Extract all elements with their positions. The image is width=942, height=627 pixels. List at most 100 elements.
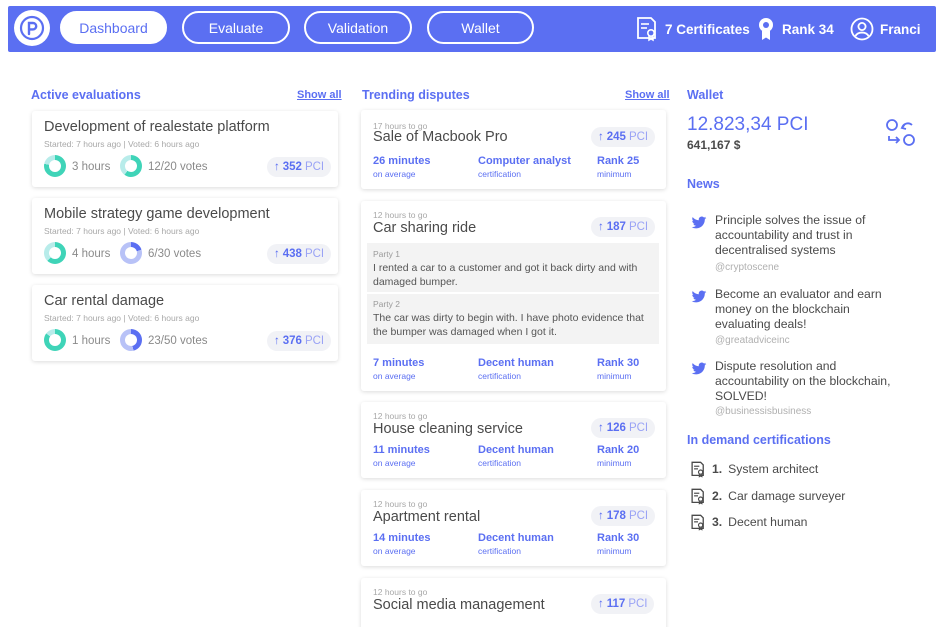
min-rank-value: Rank 20: [597, 444, 640, 456]
certification-rank: 3.: [712, 515, 723, 529]
pci-unit: PCI: [304, 248, 325, 260]
news-item-source[interactable]: @cryptoscene: [715, 262, 779, 273]
min-rank-label: minimum: [597, 546, 632, 556]
certification-label: certification: [478, 546, 521, 556]
news-item-text[interactable]: Principle solves the issue of accountabi…: [715, 213, 895, 258]
certificate-icon: [691, 461, 704, 478]
certification-value: Decent human: [478, 444, 554, 456]
nav-wallet[interactable]: Wallet: [427, 11, 534, 44]
evaluation-card[interactable]: Mobile strategy game development Started…: [32, 198, 338, 274]
certification-value: Decent human: [478, 357, 554, 369]
user-avatar-icon: [850, 17, 874, 41]
certification-value: Decent human: [478, 532, 554, 544]
party-2-label: Party 2: [373, 299, 400, 309]
pci-reward-badge: ↑ 376 PCI: [267, 331, 332, 351]
evaluation-hours: 4 hours: [72, 248, 111, 260]
trending-disputes-title: Trending disputes: [362, 88, 470, 102]
avg-time-label: on average: [373, 458, 416, 468]
wallet-title: Wallet: [687, 88, 724, 102]
min-rank-value: Rank 25: [597, 155, 640, 167]
dispute-title: Apartment rental: [373, 509, 481, 525]
pci-reward-badge: ↑ 245 PCI: [591, 127, 656, 147]
pci-unit: PCI: [304, 161, 325, 173]
disputes-show-all-link[interactable]: Show all: [625, 89, 670, 101]
pci-value: 187: [606, 221, 626, 233]
dispute-title: Social media management: [373, 597, 545, 613]
evaluation-meta: Started: 7 hours ago | Voted: 6 hours ag…: [44, 226, 200, 236]
pci-value: 245: [606, 131, 626, 143]
news-item-text[interactable]: Dispute resolution and accountability on…: [715, 359, 895, 404]
evaluation-votes: 23/50 votes: [148, 335, 208, 347]
twitter-icon: [691, 362, 707, 375]
dispute-card[interactable]: 17 hours to go Sale of Macbook Pro ↑ 245 P…: [361, 110, 666, 189]
nav-dashboard[interactable]: Dashboard: [60, 11, 167, 44]
arrow-up-icon: ↑: [274, 248, 280, 260]
votes-donut-icon: [120, 155, 142, 177]
pci-reward-badge: ↑ 352 PCI: [267, 157, 332, 177]
min-rank-value: Rank 30: [597, 357, 640, 369]
pci-unit: PCI: [628, 510, 649, 522]
rank-medal-icon: [759, 18, 773, 40]
avg-time-value: 14 minutes: [373, 532, 431, 544]
active-evaluations-title: Active evaluations: [31, 88, 141, 102]
dispute-card[interactable]: 12 hours to go House cleaning service ↑ 1…: [361, 402, 666, 478]
evaluation-title: Mobile strategy game development: [44, 206, 270, 222]
nav-validation[interactable]: Validation: [304, 11, 412, 44]
evaluations-show-all-link[interactable]: Show all: [297, 89, 342, 101]
arrow-up-icon: ↑: [598, 598, 604, 610]
pci-value: 126: [606, 422, 626, 434]
party-1-statement: Party 1 I rented a car to a customer and…: [367, 243, 659, 292]
logo-icon: [19, 15, 45, 41]
party-1-text: I rented a car to a customer and got it …: [373, 262, 638, 288]
certificate-icon: [691, 488, 704, 505]
pci-unit: PCI: [628, 131, 649, 143]
certificate-icon: [691, 514, 704, 531]
pci-unit: PCI: [628, 598, 648, 610]
certification-item[interactable]: 3. Decent human: [690, 513, 807, 531]
twitter-icon: [691, 216, 707, 229]
app-logo[interactable]: [14, 10, 50, 46]
evaluation-card[interactable]: Car rental damage Started: 7 hours ago |…: [32, 285, 338, 361]
certificates-counter[interactable]: 7 Certificates: [635, 14, 750, 44]
dispute-title: Sale of Macbook Pro: [373, 129, 508, 145]
evaluation-meta: Started: 7 hours ago | Voted: 6 hours ag…: [44, 139, 200, 149]
min-rank-value: Rank 30: [597, 532, 640, 544]
pci-value: 352: [282, 161, 302, 173]
dispute-title: Car sharing ride: [373, 220, 477, 236]
certification-item[interactable]: 1. System architect: [690, 460, 818, 478]
arrow-up-icon: ↑: [598, 422, 604, 434]
dispute-card[interactable]: 12 hours to go Apartment rental ↑ 178 PCI …: [361, 490, 666, 566]
news-item-source[interactable]: @businessisbusiness: [715, 406, 811, 417]
votes-donut-icon: [120, 329, 142, 351]
evaluation-card[interactable]: Development of realestate platform Start…: [32, 111, 338, 187]
avg-time-label: on average: [373, 371, 416, 381]
votes-donut-icon: [120, 242, 142, 264]
certification-value: Computer analyst: [478, 155, 571, 167]
news-item-source[interactable]: @greatadviceinc: [715, 335, 790, 346]
pci-reward-badge: ↑ 438 PCI: [267, 244, 332, 264]
news-title: News: [687, 177, 720, 191]
dispute-time-left: 12 hours to go: [373, 411, 428, 421]
rank-label: Rank 34: [782, 21, 834, 37]
evaluation-title: Development of realestate platform: [44, 119, 270, 135]
pci-reward-badge: ↑ 187 PCI: [591, 217, 656, 237]
rank-indicator[interactable]: Rank 34: [756, 14, 834, 44]
certification-label: certification: [478, 371, 521, 381]
user-menu[interactable]: Franci: [850, 14, 921, 44]
arrow-up-icon: ↑: [598, 510, 604, 522]
pci-unit: PCI: [628, 422, 649, 434]
dispute-time-left: 12 hours to go: [373, 499, 428, 509]
dispute-title: House cleaning service: [373, 421, 523, 437]
avg-time-label: on average: [373, 169, 416, 179]
certification-item[interactable]: 2. Car damage surveyer: [690, 487, 845, 505]
exchange-icon[interactable]: [885, 118, 917, 148]
dispute-time-left: 12 hours to go: [373, 587, 428, 597]
news-item-text[interactable]: Become an evaluator and earn money on th…: [715, 287, 895, 332]
nav-evaluate[interactable]: Evaluate: [182, 11, 290, 44]
certificates-label: 7 Certificates: [665, 21, 750, 37]
dispute-time-left: 12 hours to go: [373, 210, 428, 220]
evaluation-hours: 1 hours: [72, 335, 111, 347]
dispute-card-expanded[interactable]: 12 hours to go Car sharing ride ↑ 187 PCI …: [361, 201, 666, 391]
arrow-up-icon: ↑: [274, 161, 280, 173]
dispute-card[interactable]: 12 hours to go Social media management ↑…: [361, 578, 666, 627]
